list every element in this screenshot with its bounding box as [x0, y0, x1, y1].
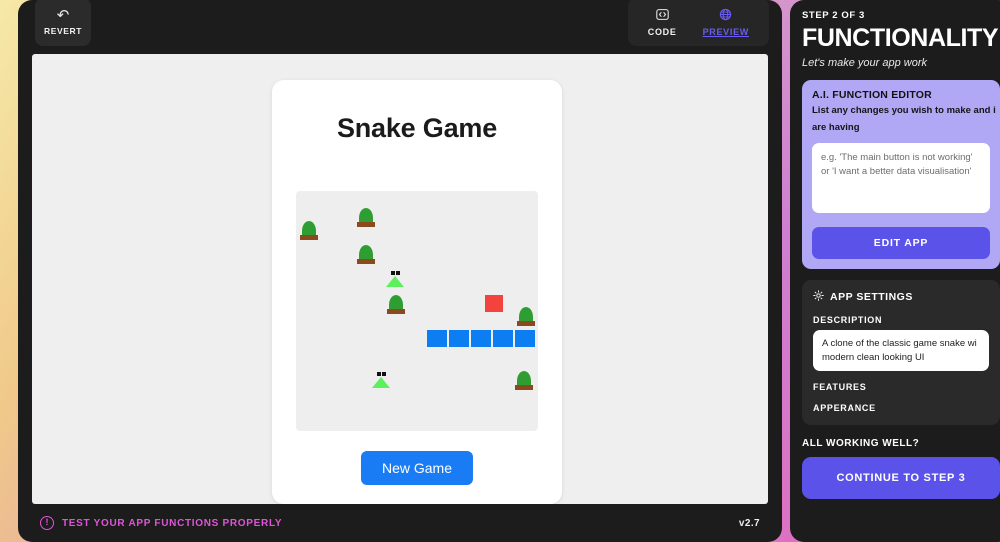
description-value[interactable]: A clone of the classic game snake wi mod… — [813, 329, 989, 372]
app-settings-title: APP SETTINGS — [830, 290, 913, 303]
snake-head-body — [372, 377, 390, 388]
status-bar: ! TEST YOUR APP FUNCTIONS PROPERLY v2.7 — [18, 504, 782, 542]
tree-trunk — [357, 222, 375, 227]
game-title: Snake Game — [336, 113, 498, 143]
tree-sprite — [300, 221, 318, 241]
ai-editor-description-line2: are having — [812, 122, 860, 134]
tab-preview[interactable]: PREVIEW — [703, 8, 749, 37]
snake-head-sprite — [372, 372, 390, 388]
preview-canvas: Snake Game New Game — [32, 54, 768, 504]
description-value-line1: A clone of the classic game snake wi — [822, 337, 977, 349]
revert-button[interactable]: ↶ REVERT — [35, 0, 91, 46]
snake-eye — [396, 271, 400, 275]
version-label: v2.7 — [738, 517, 760, 529]
ai-editor-title: A.I. FUNCTION EDITOR — [812, 89, 932, 102]
snake-head-sprite — [386, 271, 404, 287]
step-counter: STEP 2 OF 3 — [802, 10, 865, 21]
tree-sprite — [517, 307, 535, 327]
status-message-group: ! TEST YOUR APP FUNCTIONS PROPERLY — [40, 516, 282, 530]
snake-segment — [427, 330, 447, 347]
features-label[interactable]: FEATURES — [813, 382, 989, 392]
snake-game-card: Snake Game New Game — [272, 80, 562, 504]
tree-trunk — [300, 235, 318, 240]
status-message: TEST YOUR APP FUNCTIONS PROPERLY — [62, 517, 283, 529]
snake-eye — [377, 372, 381, 376]
tree-sprite — [357, 208, 375, 228]
snake-segment — [471, 330, 491, 347]
snake-eye — [382, 372, 386, 376]
tree-trunk — [515, 385, 533, 390]
description-label: DESCRIPTION — [813, 314, 883, 325]
page-subtitle: Let's make your app work — [802, 57, 927, 70]
tab-code-label: CODE — [647, 26, 677, 37]
globe-icon — [719, 8, 732, 23]
undo-arrow-icon: ↶ — [56, 7, 70, 24]
app-shell: ↶ REVERT CODE PREVIEW Snake Game New Gam… — [18, 0, 782, 542]
ai-editor-input[interactable] — [812, 142, 990, 213]
tab-preview-label: PREVIEW — [702, 26, 749, 37]
all-working-well-prompt: ALL WORKING WELL? — [802, 438, 920, 450]
top-toolbar: ↶ REVERT CODE PREVIEW — [18, 0, 782, 50]
page-title: FUNCTIONALITY — [802, 24, 999, 52]
ai-function-editor-card: A.I. FUNCTION EDITOR List any changes yo… — [802, 80, 1000, 269]
new-game-button[interactable]: New Game — [360, 451, 474, 485]
app-settings-header: APP SETTINGS — [813, 290, 989, 304]
tree-sprite — [515, 371, 533, 391]
tree-trunk — [387, 309, 405, 314]
snake-segment — [449, 330, 469, 347]
tree-trunk — [357, 259, 375, 264]
edit-app-button[interactable]: EDIT APP — [812, 226, 990, 259]
code-brackets-icon — [655, 8, 669, 23]
snake-segment — [515, 330, 535, 347]
description-value-line2: modern clean looking UI — [822, 351, 925, 363]
tree-sprite — [387, 295, 405, 315]
tree-trunk — [517, 321, 535, 326]
revert-button-label: REVERT — [43, 26, 83, 36]
toolbar-right-group: CODE PREVIEW — [627, 0, 769, 46]
snake-segment — [493, 330, 513, 347]
step-sidebar: STEP 2 OF 3 FUNCTIONALITY Let's make you… — [790, 0, 1000, 542]
app-settings-card: APP SETTINGS DESCRIPTION A clone of the … — [802, 279, 1000, 426]
ai-editor-description: List any changes you wish to make and i — [812, 105, 996, 117]
tab-code[interactable]: CODE — [648, 8, 677, 37]
food-sprite — [485, 295, 503, 312]
exclamation-circle-icon: ! — [40, 516, 54, 530]
gear-icon — [813, 290, 824, 304]
appearance-label[interactable]: APPERANCE — [813, 403, 989, 413]
continue-to-step-3-button[interactable]: CONTINUE TO STEP 3 — [802, 457, 1000, 500]
game-board[interactable] — [296, 191, 538, 431]
tree-sprite — [357, 245, 375, 265]
snake-eye — [391, 271, 395, 275]
snake-head-body — [386, 276, 404, 287]
